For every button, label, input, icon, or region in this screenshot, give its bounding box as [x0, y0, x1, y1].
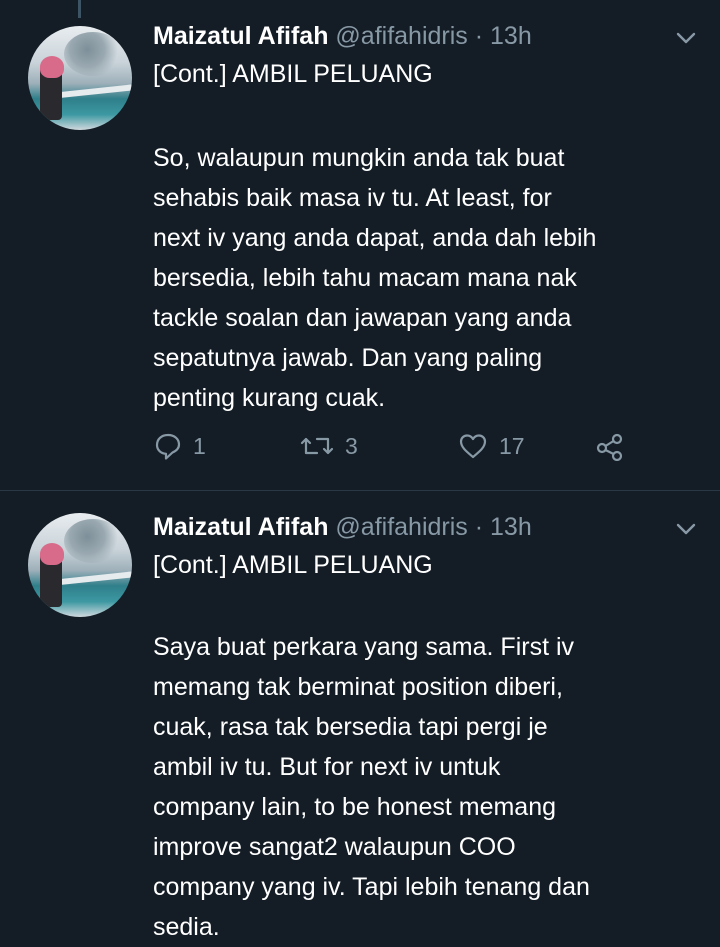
tweet-text-line: improve sangat2 walaupun COO	[153, 833, 516, 861]
tweet-header: Maizatul Afifah @afifahidris · 13h	[153, 20, 532, 52]
like-count: 17	[499, 432, 525, 459]
author-name[interactable]: Maizatul Afifah	[153, 22, 328, 50]
avatar[interactable]	[28, 513, 132, 617]
tweet-tag: [Cont.] AMBIL PELUANG	[153, 60, 433, 88]
tweet-text-line: memang tak berminat position diberi,	[153, 673, 563, 701]
tweet-text: Saya buat perkara yang sama. First iv me…	[153, 627, 693, 947]
share-button[interactable]	[593, 428, 625, 464]
author-handle-time[interactable]: @afifahidris · 13h	[335, 513, 531, 541]
tweet-text-line: sehabis baik masa iv tu. At least, for	[153, 184, 552, 212]
tweet-actions: 1 3 17	[153, 428, 653, 464]
chevron-down-icon[interactable]	[672, 28, 700, 48]
tweet-text-line: ambil iv tu. But for next iv untuk	[153, 753, 501, 781]
tweet-header: Maizatul Afifah @afifahidris · 13h	[153, 511, 532, 543]
avatar-hijab	[40, 543, 64, 565]
tweet[interactable]: Maizatul Afifah @afifahidris · 13h [Cont…	[0, 491, 720, 946]
retweet-icon	[299, 431, 335, 461]
tweet-text-line: bersedia, lebih tahu macam mana nak	[153, 264, 577, 292]
tweet-text-line: company lain, to be honest memang	[153, 793, 557, 821]
like-icon	[457, 431, 489, 461]
author-name[interactable]: Maizatul Afifah	[153, 513, 328, 541]
author-handle-time[interactable]: @afifahidris · 13h	[335, 22, 531, 50]
share-icon	[593, 431, 625, 461]
reply-button[interactable]: 1	[153, 428, 206, 464]
tweet-text-line: tackle soalan dan jawapan yang anda	[153, 304, 572, 332]
tweet-text: So, walaupun mungkin anda tak buat sehab…	[153, 138, 693, 418]
avatar-hijab	[40, 56, 64, 78]
tweet-text-line: penting kurang cuak.	[153, 384, 386, 412]
tweet-text-line: Saya buat perkara yang sama. First iv	[153, 633, 575, 661]
retweet-count: 3	[345, 432, 358, 459]
tweet-text-line: next iv yang anda dapat, anda dah lebih	[153, 224, 597, 252]
tweet-text-line: sepatutnya jawab. Dan yang paling	[153, 344, 543, 372]
tweet-text-line: company yang iv. Tapi lebih tenang dan	[153, 873, 590, 901]
avatar-railing	[57, 570, 132, 586]
chevron-down-icon[interactable]	[672, 519, 700, 539]
retweet-button[interactable]: 3	[299, 428, 358, 464]
tweet[interactable]: Maizatul Afifah @afifahidris · 13h [Cont…	[0, 0, 720, 491]
avatar[interactable]	[28, 26, 132, 130]
tweet-tag: [Cont.] AMBIL PELUANG	[153, 551, 433, 579]
tweet-text-line: So, walaupun mungkin anda tak buat	[153, 144, 565, 172]
avatar-tree	[64, 32, 122, 76]
tweet-text-line: cuak, rasa tak bersedia tapi pergi je	[153, 713, 548, 741]
reply-count: 1	[193, 432, 206, 459]
like-button[interactable]: 17	[457, 428, 525, 464]
avatar-tree	[64, 519, 122, 563]
tweet-text-line: sedia.	[153, 913, 220, 941]
avatar-railing	[57, 83, 132, 99]
reply-icon	[153, 431, 183, 461]
